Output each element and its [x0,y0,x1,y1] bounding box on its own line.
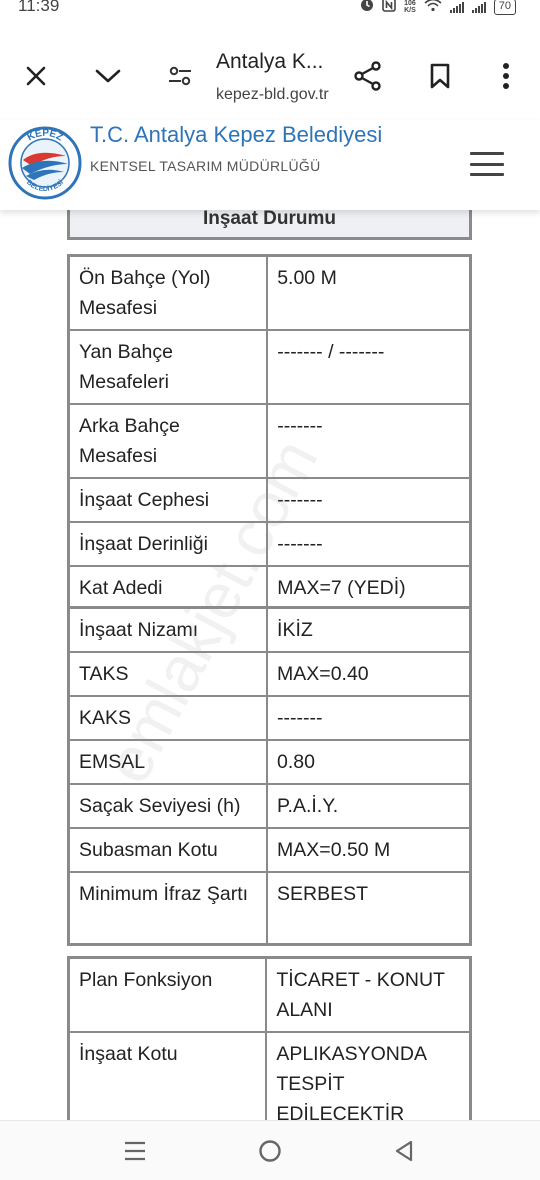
row-value: 5.00 M [266,254,472,331]
row-value: MAX=0.50 M [266,827,472,873]
table-row: TAKS MAX=0.40 [67,651,472,697]
share-icon[interactable] [348,56,388,96]
row-value: ------- [266,521,472,567]
alarm-icon [360,0,374,15]
recent-apps-icon[interactable] [115,1135,155,1167]
building-ratios-table: İnşaat Nizamı İKİZ TAKS MAX=0.40 KAKS -----… [67,606,472,946]
row-label: Kat Adedi [67,565,269,612]
row-value: APLIKASYONDA TESPİT EDİLECEKTİR [265,1031,472,1120]
page-content: İnşaat Durumu Ön Bahçe (Yol) Mesafesi 5.0… [0,200,540,1120]
row-value: ------- [266,477,472,523]
table-row: Yan Bahçe Mesafeleri ------- / ------- [67,329,472,405]
wifi-icon [424,0,442,15]
table-row: KAKS ------- [67,695,472,741]
row-label: Arka Bahçe Mesafesi [67,403,269,479]
row-label: Subasman Kotu [67,827,269,873]
kepez-logo[interactable]: KEPEZ BELEDİYESİ [8,126,82,200]
more-vert-icon[interactable] [486,56,526,96]
system-nav-bar [0,1120,540,1180]
row-label: EMSAL [67,739,269,785]
row-label: İnşaat Cephesi [67,477,269,523]
building-distances-table: Ön Bahçe (Yol) Mesafesi 5.00 M Yan Bahçe … [67,254,472,612]
row-label: Plan Fonksiyon [67,956,268,1033]
status-bar: 11:39 106 K/S 70 [0,0,540,22]
back-icon[interactable] [384,1135,424,1167]
page-settings-icon[interactable] [160,56,200,96]
signal-icon-1 [449,1,464,13]
site-subtitle: KENTSEL TASARIM MÜDÜRLÜĞÜ [90,158,321,174]
row-label: Saçak Seviyesi (h) [67,783,269,829]
tab-title[interactable]: Antalya K... [216,50,323,74]
row-label: TAKS [67,651,269,697]
row-value: ------- [266,695,472,741]
row-value: 0.80 [266,739,472,785]
row-label: İnşaat Derinliği [67,521,269,567]
signal-icon-2 [471,1,486,13]
table-row: EMSAL 0.80 [67,739,472,785]
table-row: Subasman Kotu MAX=0.50 M [67,827,472,873]
row-value: SERBEST [266,871,472,945]
plan-function-table: Plan Fonksiyon TİCARET - KONUT ALANI İnşa… [67,956,472,1120]
browser-toolbar: Antalya K... kepez-bld.gov.tr [0,22,540,122]
site-header: KEPEZ BELEDİYESİ T.C. Antalya Kepez Bele… [0,120,540,210]
table-row: İnşaat Nizamı İKİZ [67,606,472,653]
nfc-icon [382,0,396,15]
table-row: İnşaat Kotu APLIKASYONDA TESPİT EDİLECEKT… [67,1031,472,1120]
row-value: P.A.İ.Y. [266,783,472,829]
table-row: Plan Fonksiyon TİCARET - KONUT ALANI [67,956,472,1033]
row-label: Minimum İfraz Şartı [67,871,269,945]
row-value: MAX=7 (YEDİ) [266,565,472,612]
table-row: Arka Bahçe Mesafesi ------- [67,403,472,479]
row-label: İnşaat Kotu [67,1031,268,1120]
row-label: Yan Bahçe Mesafeleri [67,329,269,405]
row-value: ------- / ------- [266,329,472,405]
home-icon[interactable] [250,1135,290,1167]
tab-url[interactable]: kepez-bld.gov.tr [216,86,346,104]
table-row: Minimum İfraz Şartı SERBEST [67,871,472,945]
row-value: İKİZ [266,606,472,653]
network-speed-unit: K/S [404,6,416,14]
table-row: İnşaat Derinliği ------- [67,521,472,567]
row-value: MAX=0.40 [266,651,472,697]
network-speed: 106 K/S [404,0,416,14]
menu-icon[interactable] [470,152,504,176]
table-row: Saçak Seviyesi (h) P.A.İ.Y. [67,783,472,829]
row-value: TİCARET - KONUT ALANI [265,956,472,1033]
row-label: İnşaat Nizamı [67,606,269,653]
table-row: İnşaat Cephesi ------- [67,477,472,523]
table-row: Kat Adedi MAX=7 (YEDİ) [67,565,472,612]
row-value: ------- [266,403,472,479]
row-label: KAKS [67,695,269,741]
battery-icon: 70 [493,0,516,15]
status-icons: 106 K/S 70 [360,0,516,15]
table-row: Ön Bahçe (Yol) Mesafesi 5.00 M [67,254,472,331]
status-time: 11:39 [18,0,60,15]
bookmark-icon[interactable] [420,56,460,96]
chevron-down-icon[interactable] [88,56,128,96]
site-name[interactable]: T.C. Antalya Kepez Belediyesi [90,122,382,148]
close-icon[interactable] [16,56,56,96]
row-label: Ön Bahçe (Yol) Mesafesi [67,254,269,331]
